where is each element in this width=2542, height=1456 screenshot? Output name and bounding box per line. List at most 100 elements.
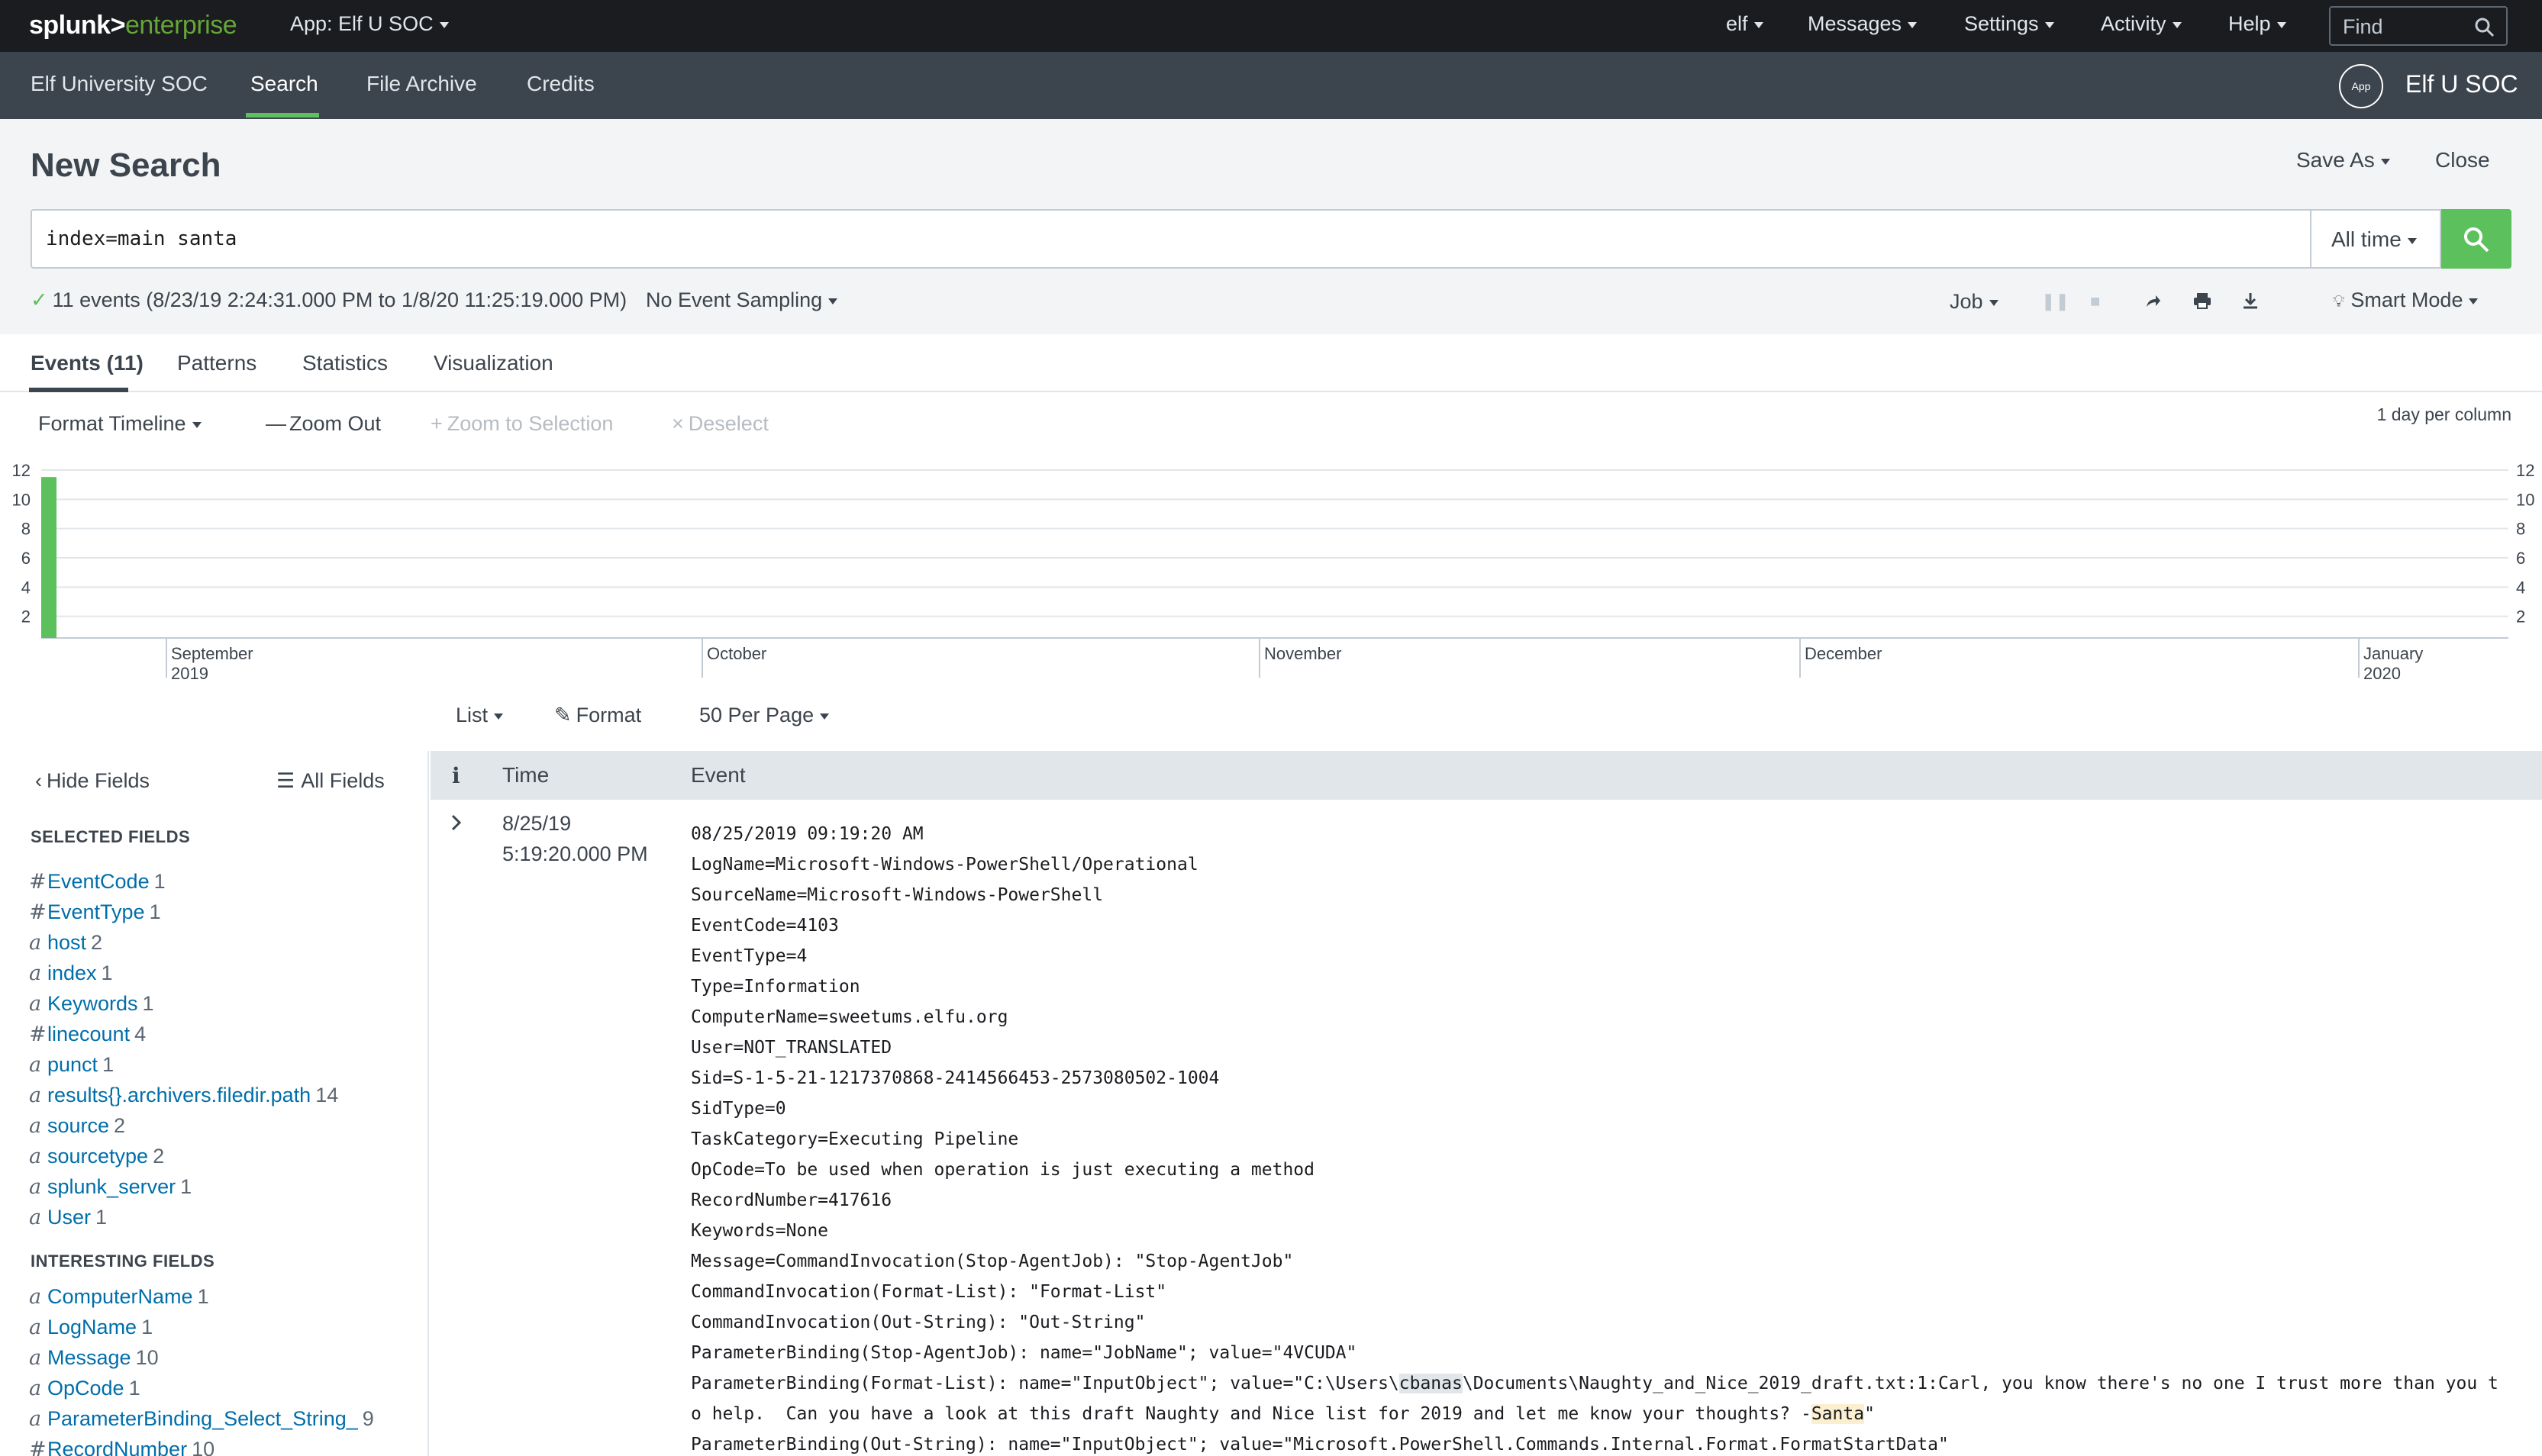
field-name[interactable]: OpCode: [47, 1377, 124, 1400]
field-item[interactable]: a ComputerName 1: [29, 1285, 209, 1309]
zoom-out-button[interactable]: — Zoom Out: [266, 412, 381, 436]
per-page-label: 50 Per Page: [699, 704, 815, 726]
field-name[interactable]: source: [47, 1114, 109, 1137]
search-status: ✓ 11 events (8/23/19 2:24:31.000 PM to 1/…: [31, 288, 627, 312]
settings-menu[interactable]: Settings: [1964, 12, 2054, 36]
field-name[interactable]: splunk_server: [47, 1175, 176, 1198]
hide-fields-button[interactable]: ‹ Hide Fields: [35, 769, 150, 793]
close-button[interactable]: Close: [2435, 148, 2490, 172]
field-item[interactable]: #EventType 1: [29, 900, 161, 924]
help-menu[interactable]: Help: [2228, 12, 2286, 36]
field-name[interactable]: ComputerName: [47, 1285, 193, 1308]
stop-icon[interactable]: ■: [2090, 292, 2100, 311]
zoom-out-label: Zoom Out: [289, 412, 382, 435]
field-name[interactable]: punct: [47, 1053, 98, 1076]
search-mode-dropdown[interactable]: 💡︎ Smart Mode: [2333, 288, 2479, 312]
search-input[interactable]: index=main santa: [31, 209, 2311, 269]
field-item[interactable]: a splunk_server 1: [29, 1175, 192, 1199]
messages-menu[interactable]: Messages: [1808, 12, 1918, 36]
nav-credits[interactable]: Credits: [527, 72, 595, 96]
format-timeline-dropdown[interactable]: Format Timeline: [38, 412, 202, 436]
field-item[interactable]: a host 2: [29, 931, 102, 955]
all-fields-button[interactable]: ☰ All Fields: [276, 769, 385, 793]
field-item[interactable]: a ParameterBinding_Select_String_ 9: [29, 1407, 374, 1431]
time-column-header[interactable]: Time: [502, 763, 549, 788]
event-line: TaskCategory=Executing Pipeline: [691, 1129, 1019, 1149]
per-page-dropdown[interactable]: 50 Per Page: [699, 704, 830, 727]
job-menu[interactable]: Job: [1950, 290, 1998, 314]
format-button[interactable]: ✎ Format: [554, 704, 641, 727]
share-icon[interactable]: [2144, 292, 2162, 314]
export-icon[interactable]: [2241, 292, 2260, 314]
field-name[interactable]: User: [47, 1206, 91, 1229]
y-tick-label-left: 4: [21, 578, 31, 597]
field-item[interactable]: a OpCode 1: [29, 1377, 140, 1400]
field-name[interactable]: index: [47, 962, 97, 984]
time-range-picker[interactable]: All time: [2311, 209, 2441, 269]
zoom-to-selection-button[interactable]: + Zoom to Selection: [431, 412, 613, 436]
field-name[interactable]: host: [47, 931, 86, 954]
field-item[interactable]: a index 1: [29, 962, 113, 985]
field-item[interactable]: a Message 10: [29, 1346, 159, 1370]
field-item[interactable]: #linecount 4: [29, 1023, 146, 1046]
field-name[interactable]: ParameterBinding_Select_String_: [47, 1407, 358, 1430]
sampling-label: No Event Sampling: [646, 288, 823, 311]
field-item[interactable]: a source 2: [29, 1114, 125, 1138]
logo-splunk-text: splunk>: [29, 11, 125, 40]
event-line: ParameterBinding(Format-List): name="Inp…: [691, 1374, 2498, 1393]
highlight-term[interactable]: cbanas: [1398, 1374, 1463, 1393]
field-name[interactable]: linecount: [47, 1023, 130, 1045]
field-item[interactable]: a User 1: [29, 1206, 107, 1229]
pause-icon[interactable]: ❚❚: [2041, 292, 2069, 311]
list-view-dropdown[interactable]: List: [456, 704, 504, 727]
field-name[interactable]: RecordNumber: [47, 1438, 187, 1456]
field-name[interactable]: EventCode: [47, 870, 150, 893]
app-name[interactable]: Elf U SOC: [2405, 70, 2518, 98]
user-menu[interactable]: elf: [1726, 12, 1763, 36]
lightbulb-icon: 💡︎: [2333, 292, 2345, 311]
tab-events[interactable]: Events (11): [31, 351, 144, 375]
app-icon[interactable]: App: [2339, 64, 2383, 108]
field-name[interactable]: Message: [47, 1346, 131, 1369]
field-item[interactable]: a LogName 1: [29, 1316, 153, 1339]
field-count: 2: [153, 1145, 165, 1168]
save-as-button[interactable]: Save As: [2296, 148, 2390, 172]
activity-menu[interactable]: Activity: [2101, 12, 2182, 36]
timeline-chart[interactable]: 2 2 4 4 6 6 8 8 10 10 12 12 September2019 October Nove…: [0, 458, 2542, 687]
nav-search[interactable]: Search: [250, 72, 318, 96]
highlight-term[interactable]: Santa: [1811, 1404, 1865, 1424]
field-count: 2: [91, 931, 103, 954]
print-icon[interactable]: [2192, 292, 2212, 314]
field-item[interactable]: #EventCode 1: [29, 870, 166, 894]
y-tick-label-left: 6: [21, 549, 31, 568]
field-name[interactable]: results{}.archivers.filedir.path: [47, 1084, 311, 1106]
field-name[interactable]: LogName: [47, 1316, 137, 1338]
app-menu[interactable]: App: Elf U SOC: [290, 12, 449, 36]
field-item[interactable]: a punct 1: [29, 1053, 114, 1077]
field-name[interactable]: sourcetype: [47, 1145, 148, 1168]
event-sampling-dropdown[interactable]: No Event Sampling: [646, 288, 838, 312]
field-item[interactable]: a sourcetype 2: [29, 1145, 164, 1168]
tab-statistics[interactable]: Statistics: [302, 351, 388, 375]
field-name[interactable]: EventType: [47, 900, 145, 923]
selected-fields-heading: SELECTED FIELDS: [31, 827, 191, 846]
month-label: October: [707, 644, 766, 663]
splunk-logo[interactable]: splunk>enterprise: [29, 11, 237, 40]
expand-row-icon[interactable]: [449, 813, 464, 836]
search-button[interactable]: [2441, 209, 2511, 269]
tab-patterns[interactable]: Patterns: [177, 351, 256, 375]
event-time: 5:19:20.000 PM: [502, 842, 648, 865]
y-tick-label-right: 10: [2516, 490, 2534, 509]
deselect-button[interactable]: × Deselect: [672, 412, 769, 436]
nav-elf-university-soc[interactable]: Elf University SOC: [31, 72, 208, 96]
field-item[interactable]: a results{}.archivers.filedir.path 14: [29, 1084, 338, 1107]
nav-file-archive[interactable]: File Archive: [366, 72, 477, 96]
field-name[interactable]: Keywords: [47, 992, 138, 1015]
field-item[interactable]: #RecordNumber 10: [29, 1438, 215, 1456]
field-item[interactable]: a Keywords 1: [29, 992, 154, 1016]
active-nav-indicator: [246, 113, 319, 118]
tab-visualization[interactable]: Visualization: [434, 351, 553, 375]
search-mode-label: Smart Mode: [2350, 288, 2463, 311]
find-input[interactable]: Find: [2329, 6, 2508, 46]
field-count: 1: [128, 1377, 140, 1400]
